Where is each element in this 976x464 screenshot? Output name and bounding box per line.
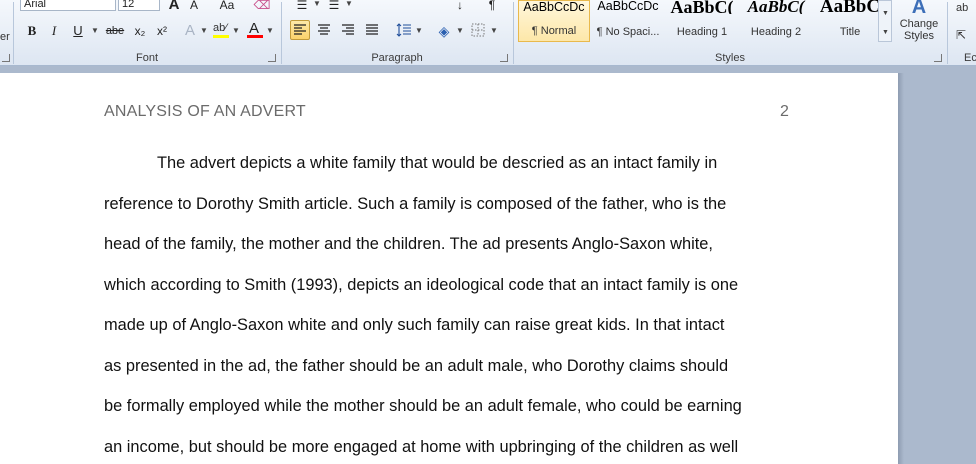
paragraph-group: ☰ ▼ ☰ ▼ ↓ ¶ ▼ ◈ ▼ ▼ Paragraph xyxy=(282,0,512,65)
body-line[interactable]: head of the family, the mother and the c… xyxy=(104,235,713,254)
style-no-spacing[interactable]: AaBbCcDc ¶ No Spaci... xyxy=(592,0,664,42)
change-styles-button[interactable]: A Change Styles xyxy=(896,0,942,48)
chevron-down-icon[interactable]: ▼ xyxy=(456,26,464,35)
style-normal[interactable]: AaBbCcDc ¶ Normal xyxy=(518,0,590,42)
body-line[interactable]: as presented in the ad, the father shoul… xyxy=(104,357,728,376)
editing-group: ab ⇱ Ec xyxy=(948,0,976,65)
style-sample: AaBbCcDc xyxy=(523,1,585,13)
font-color-button[interactable]: A xyxy=(244,20,264,40)
font-name-combo[interactable]: Arial xyxy=(20,0,116,11)
chevron-down-icon[interactable]: ▼ xyxy=(313,0,321,8)
change-styles-icon: A xyxy=(911,0,927,18)
style-sample: AaBbCcDc xyxy=(597,0,659,12)
style-name: ¶ No Spaci... xyxy=(596,26,660,38)
styles-gallery-scroll[interactable]: ▼ ▼ xyxy=(878,0,892,42)
page-number[interactable]: 2 xyxy=(780,103,789,121)
paragraph-group-label: Paragraph xyxy=(371,52,423,64)
strikethrough-button[interactable]: abe xyxy=(102,20,128,40)
line-spacing-button[interactable] xyxy=(394,20,414,40)
line-spacing-icon xyxy=(396,23,411,37)
shading-button[interactable]: ◈ xyxy=(434,20,454,40)
body-line[interactable]: made up of Anglo-Saxon white and only su… xyxy=(104,316,724,335)
find-icon[interactable]: ab xyxy=(956,2,968,14)
chevron-down-icon[interactable]: ▼ xyxy=(232,26,240,35)
running-header[interactable]: ANALYSIS OF AN ADVERT xyxy=(104,103,306,121)
style-name: Heading 2 xyxy=(750,26,802,38)
chevron-down-icon[interactable]: ▼ xyxy=(415,26,423,35)
font-size-combo[interactable]: 12 xyxy=(118,0,160,11)
font-dialog-launcher[interactable] xyxy=(268,54,276,62)
clipboard-fragment: er xyxy=(0,31,10,43)
superscript-button[interactable]: x² xyxy=(152,20,172,40)
style-name: Title xyxy=(839,26,861,38)
styles-dialog-launcher[interactable] xyxy=(934,54,942,62)
justify-icon xyxy=(366,24,378,35)
align-left-button[interactable] xyxy=(290,20,310,40)
style-name: ¶ Normal xyxy=(531,25,577,37)
more-icon: ▼ xyxy=(882,29,889,36)
body-line[interactable]: which according to Smith (1993), depicts… xyxy=(104,276,738,295)
show-hide-button[interactable]: ¶ xyxy=(482,0,502,14)
borders-button[interactable] xyxy=(468,20,488,40)
styles-group: AaBbCcDc ¶ Normal AaBbCcDc ¶ No Spaci...… xyxy=(514,0,946,65)
change-case-button[interactable]: Aa xyxy=(214,0,240,14)
borders-icon xyxy=(471,23,485,37)
style-sample: AaBbC xyxy=(819,0,881,14)
numbering-button[interactable]: ☰ xyxy=(324,0,344,14)
chevron-down-icon[interactable]: ▼ xyxy=(266,26,274,35)
style-sample: AaBbC( xyxy=(747,0,805,14)
font-color-icon: A xyxy=(248,20,259,37)
style-heading-1[interactable]: AaBbC( Heading 1 xyxy=(666,0,738,42)
style-heading-2[interactable]: AaBbC( Heading 2 xyxy=(740,0,812,42)
paint-bucket-icon: ◈ xyxy=(438,23,450,39)
align-center-button[interactable] xyxy=(314,20,334,40)
page-shadow xyxy=(898,73,904,464)
scroll-down-icon: ▼ xyxy=(882,10,889,17)
text-effects-icon[interactable]: A xyxy=(180,20,200,40)
align-left-icon xyxy=(294,24,306,35)
sort-button[interactable]: ↓ xyxy=(450,0,470,14)
clipboard-group: er xyxy=(0,0,12,65)
style-name: Heading 1 xyxy=(676,26,728,38)
font-group: Arial 12 A A Aa ⌫ B I U ▼ abe x₂ x² A ▼ … xyxy=(14,0,280,65)
underline-button[interactable]: U xyxy=(68,20,88,40)
bold-button[interactable]: B xyxy=(22,20,42,40)
clear-formatting-button[interactable]: ⌫ xyxy=(252,0,272,14)
body-line[interactable]: be formally employed while the mother sh… xyxy=(104,397,742,416)
chevron-down-icon[interactable]: ▼ xyxy=(345,0,353,8)
chevron-down-icon[interactable]: ▼ xyxy=(200,26,208,35)
highlighter-icon: ab⁄ xyxy=(212,22,228,34)
chevron-down-icon[interactable]: ▼ xyxy=(490,26,498,35)
body-line[interactable]: The advert depicts a white family that w… xyxy=(157,154,717,173)
align-right-button[interactable] xyxy=(338,20,358,40)
select-icon[interactable]: ⇱ xyxy=(956,28,966,42)
style-sample: AaBbC( xyxy=(670,0,734,14)
paragraph-dialog-launcher[interactable] xyxy=(500,54,508,62)
chevron-down-icon[interactable]: ▼ xyxy=(91,26,99,35)
italic-button[interactable]: I xyxy=(44,20,64,40)
justify-button[interactable] xyxy=(362,20,382,40)
clipboard-launcher[interactable] xyxy=(2,54,10,62)
font-group-label: Font xyxy=(135,52,158,64)
style-title[interactable]: AaBbC Title xyxy=(814,0,886,42)
subscript-button[interactable]: x₂ xyxy=(130,20,150,40)
highlight-color-button[interactable]: ab⁄ xyxy=(210,20,230,40)
bullets-button[interactable]: ☰ xyxy=(292,0,312,14)
body-line[interactable]: an income, but should be more engaged at… xyxy=(104,438,738,457)
highlight-swatch xyxy=(213,35,229,38)
font-color-swatch xyxy=(247,35,263,38)
grow-font-button[interactable]: A xyxy=(164,0,184,14)
shrink-font-button[interactable]: A xyxy=(184,0,204,14)
align-center-icon xyxy=(318,24,330,35)
change-styles-label: Change Styles xyxy=(899,18,939,42)
align-right-icon xyxy=(342,24,354,35)
styles-group-label: Styles xyxy=(715,52,745,64)
ribbon: er Arial 12 A A Aa ⌫ B I U ▼ abe x₂ x² A… xyxy=(0,0,976,66)
body-line[interactable]: reference to Dorothy Smith article. Such… xyxy=(104,195,726,214)
editing-group-label: Ec xyxy=(964,52,976,64)
